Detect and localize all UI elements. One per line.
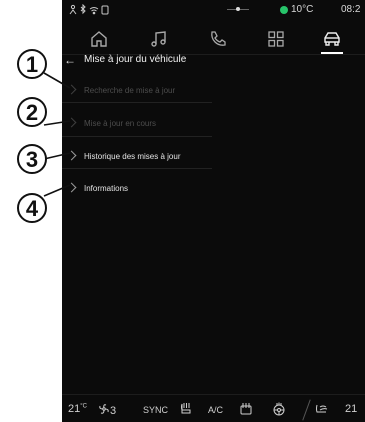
- leader-line-2: [43, 120, 71, 126]
- callout-number: 1: [25, 52, 39, 77]
- callout-2: 2: [17, 97, 47, 127]
- callout-number: 2: [25, 100, 39, 125]
- callout-leader-lines: [43, 72, 71, 197]
- callout-3: 3: [17, 144, 47, 174]
- leader-line-4: [43, 184, 71, 197]
- callout-1: 1: [17, 49, 47, 79]
- callout-number: 3: [25, 147, 39, 172]
- callout-4: 4: [17, 193, 47, 223]
- callout-number: 4: [25, 196, 39, 221]
- leader-line-3: [43, 152, 71, 160]
- leader-line-1: [43, 72, 71, 89]
